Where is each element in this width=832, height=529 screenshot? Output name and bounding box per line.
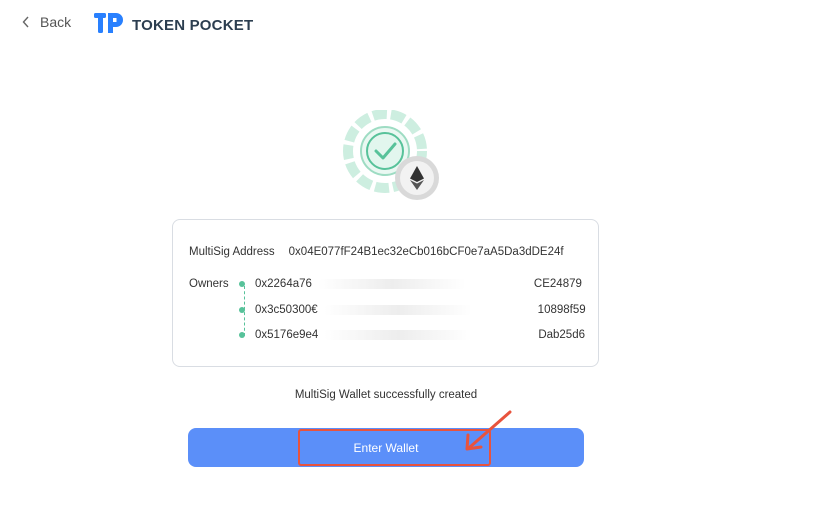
page: Back TOKEN POCKET MultiSig Address 0x04E… — [0, 0, 832, 529]
owner-address-suffix: 10898f59 — [537, 304, 586, 316]
owner-dot — [239, 307, 245, 313]
owner-item: 0x3c50300€ 10898f59 — [239, 304, 586, 316]
ethereum-icon — [395, 156, 439, 200]
tokenpocket-logo-icon — [94, 11, 124, 40]
success-message: MultiSig Wallet successfully created — [294, 389, 478, 401]
multisig-address-value: 0x04E077fF24B1ec32eCb016bCF0e7aA5Da3dDE2… — [288, 246, 564, 258]
logo-text: TOKEN POCKET — [132, 17, 254, 34]
multisig-address-label: MultiSig Address — [189, 246, 275, 258]
multisig-address-row: MultiSig Address 0x04E077fF24B1ec32eCb01… — [189, 246, 564, 258]
chevron-left-icon — [22, 16, 30, 28]
owner-address-prefix: 0x5176e9e4 — [255, 329, 319, 341]
owner-address-prefix: 0x2264a76 — [255, 278, 312, 290]
owner-dot — [239, 281, 245, 287]
back-label: Back — [40, 14, 72, 30]
owner-address-redacted — [317, 279, 466, 289]
annotation-arrow-icon — [460, 408, 516, 459]
success-graphic — [342, 109, 444, 206]
tokenpocket-logo: TOKEN POCKET — [94, 11, 253, 40]
owner-address-redacted — [323, 305, 472, 315]
owner-item: 0x5176e9e4 Dab25d6 — [239, 329, 585, 341]
owner-item: 0x2264a76 CE24879 — [239, 278, 582, 290]
owner-address-suffix: CE24879 — [533, 278, 582, 290]
back-button[interactable]: Back — [22, 14, 71, 30]
multisig-info-card: MultiSig Address 0x04E077fF24B1ec32eCb01… — [172, 219, 599, 367]
owners-label: Owners — [189, 278, 229, 290]
owner-address-redacted — [324, 330, 473, 340]
owner-address-suffix: Dab25d6 — [538, 329, 585, 341]
owner-address-prefix: 0x3c50300€ — [255, 304, 318, 316]
owner-dot — [239, 332, 245, 338]
